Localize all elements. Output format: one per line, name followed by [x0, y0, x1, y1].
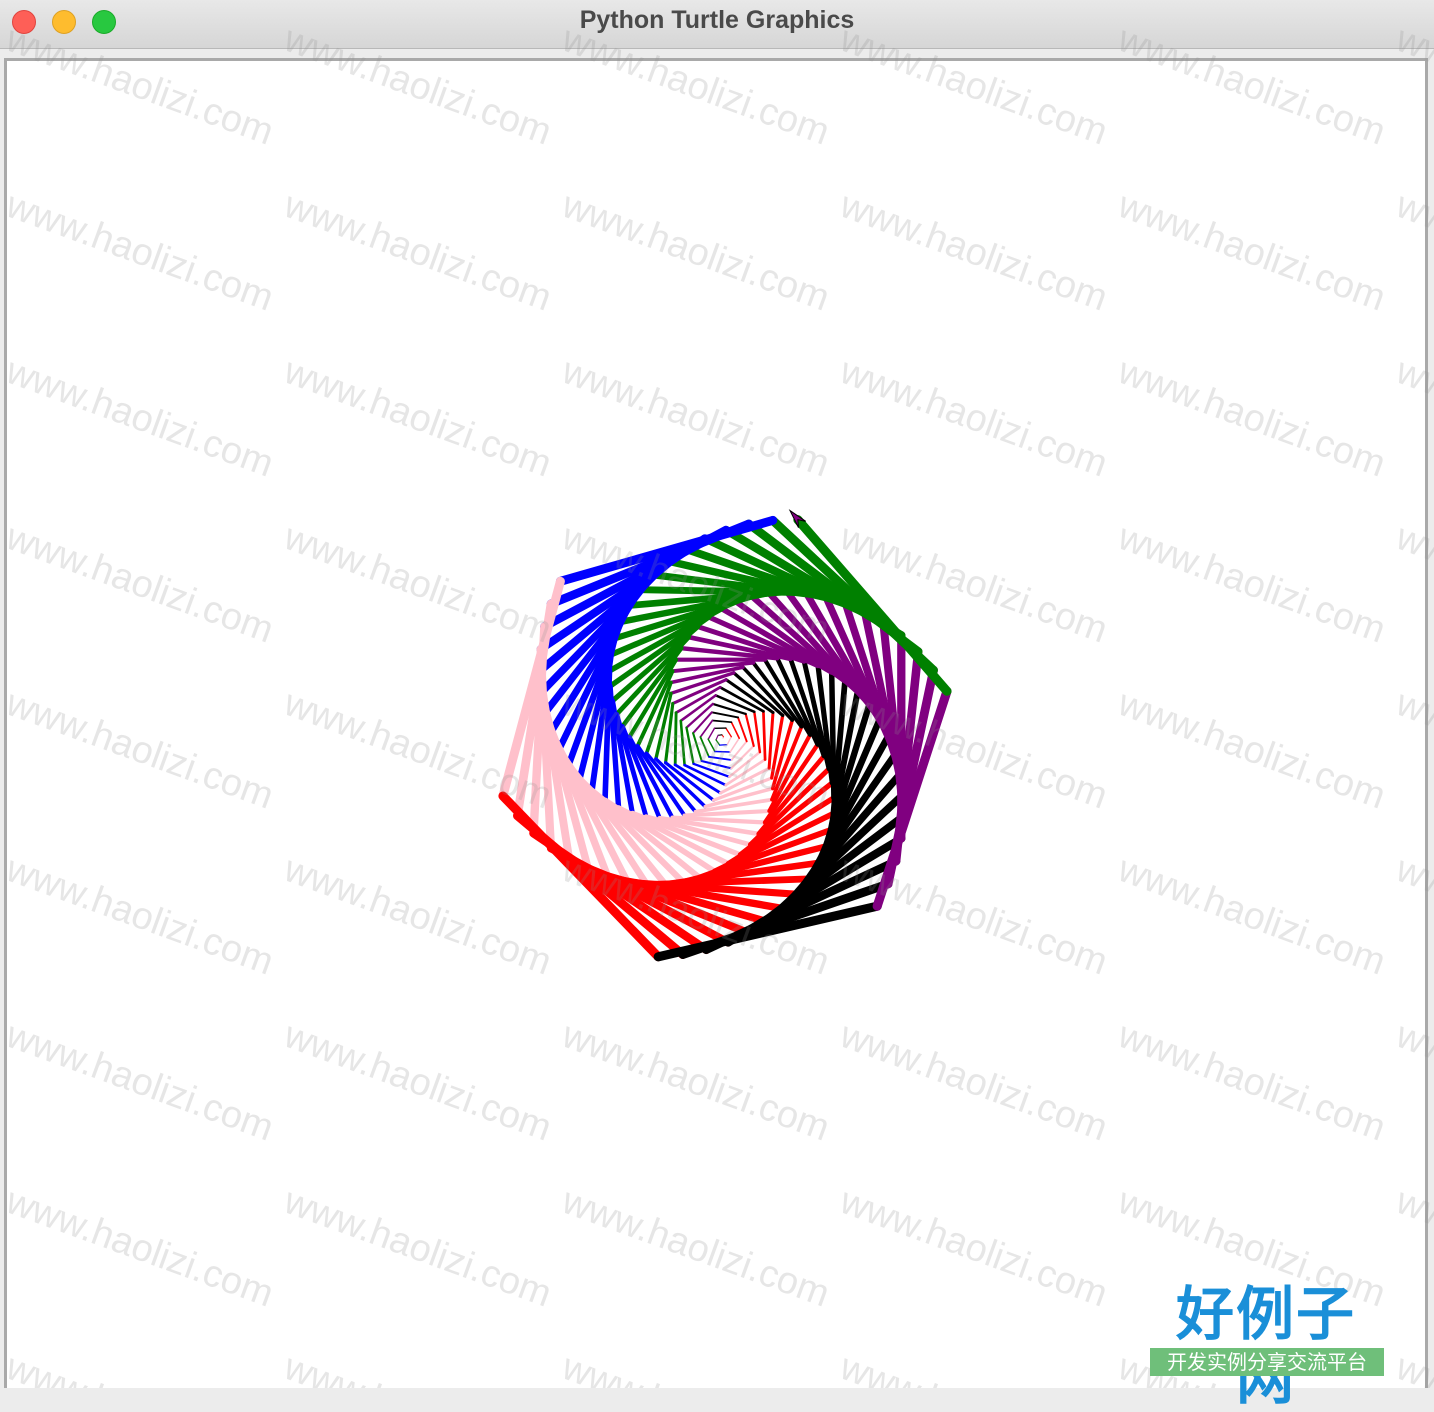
spiral-segment [708, 728, 714, 739]
watermark-text: www.haolizi.com [0, 1346, 1, 1388]
spiral-segment [712, 712, 738, 717]
window-title: Python Turtle Graphics [0, 6, 1434, 35]
spiral-segment [731, 722, 739, 738]
spiral-segment [700, 737, 709, 757]
spiral-segment [720, 745, 728, 746]
spiral-segment [763, 711, 765, 759]
spiral-segment [727, 737, 731, 745]
watermark-text: www.haolizi.com [0, 184, 1, 320]
spiral-segment [726, 728, 731, 737]
spiral-segment [709, 757, 732, 760]
spiral-segment [732, 741, 747, 760]
watermark-text: www.haolizi.com [0, 516, 1, 652]
watermark-text: www.haolizi.com [0, 682, 1, 818]
site-logo: 好例子网 开发实例分享交流平台 [1148, 1282, 1384, 1378]
spiral-drawing [7, 61, 1428, 1388]
spiral-segment [693, 712, 712, 733]
spiral-segment [681, 721, 685, 765]
logo-title: 好例子网 [1148, 1282, 1384, 1410]
spiral-segment [715, 752, 730, 753]
spiral-segment [730, 738, 739, 752]
spiral-segment [769, 713, 773, 769]
spiral-segment [716, 735, 718, 740]
turtle-window: Python Turtle Graphics www.haolizi.com ww… [0, 0, 1434, 1388]
watermark-text: www.haolizi.com [0, 350, 1, 486]
spiral-segment [675, 713, 676, 765]
watermark-text: www.haolizi.com [0, 1014, 1, 1150]
title-bar[interactable]: Python Turtle Graphics [0, 0, 1434, 49]
watermark-text: www.haolizi.com [0, 1180, 1, 1316]
logo-subtitle: 开发实例分享交流平台 [1150, 1348, 1384, 1376]
spiral-segment [716, 740, 720, 745]
watermark-text: www.haolizi.com [0, 848, 1, 984]
spiral-segment [708, 739, 715, 751]
spiral-segment [712, 721, 731, 723]
spiral-segment [754, 712, 760, 752]
turtle-canvas[interactable] [4, 58, 1428, 1388]
